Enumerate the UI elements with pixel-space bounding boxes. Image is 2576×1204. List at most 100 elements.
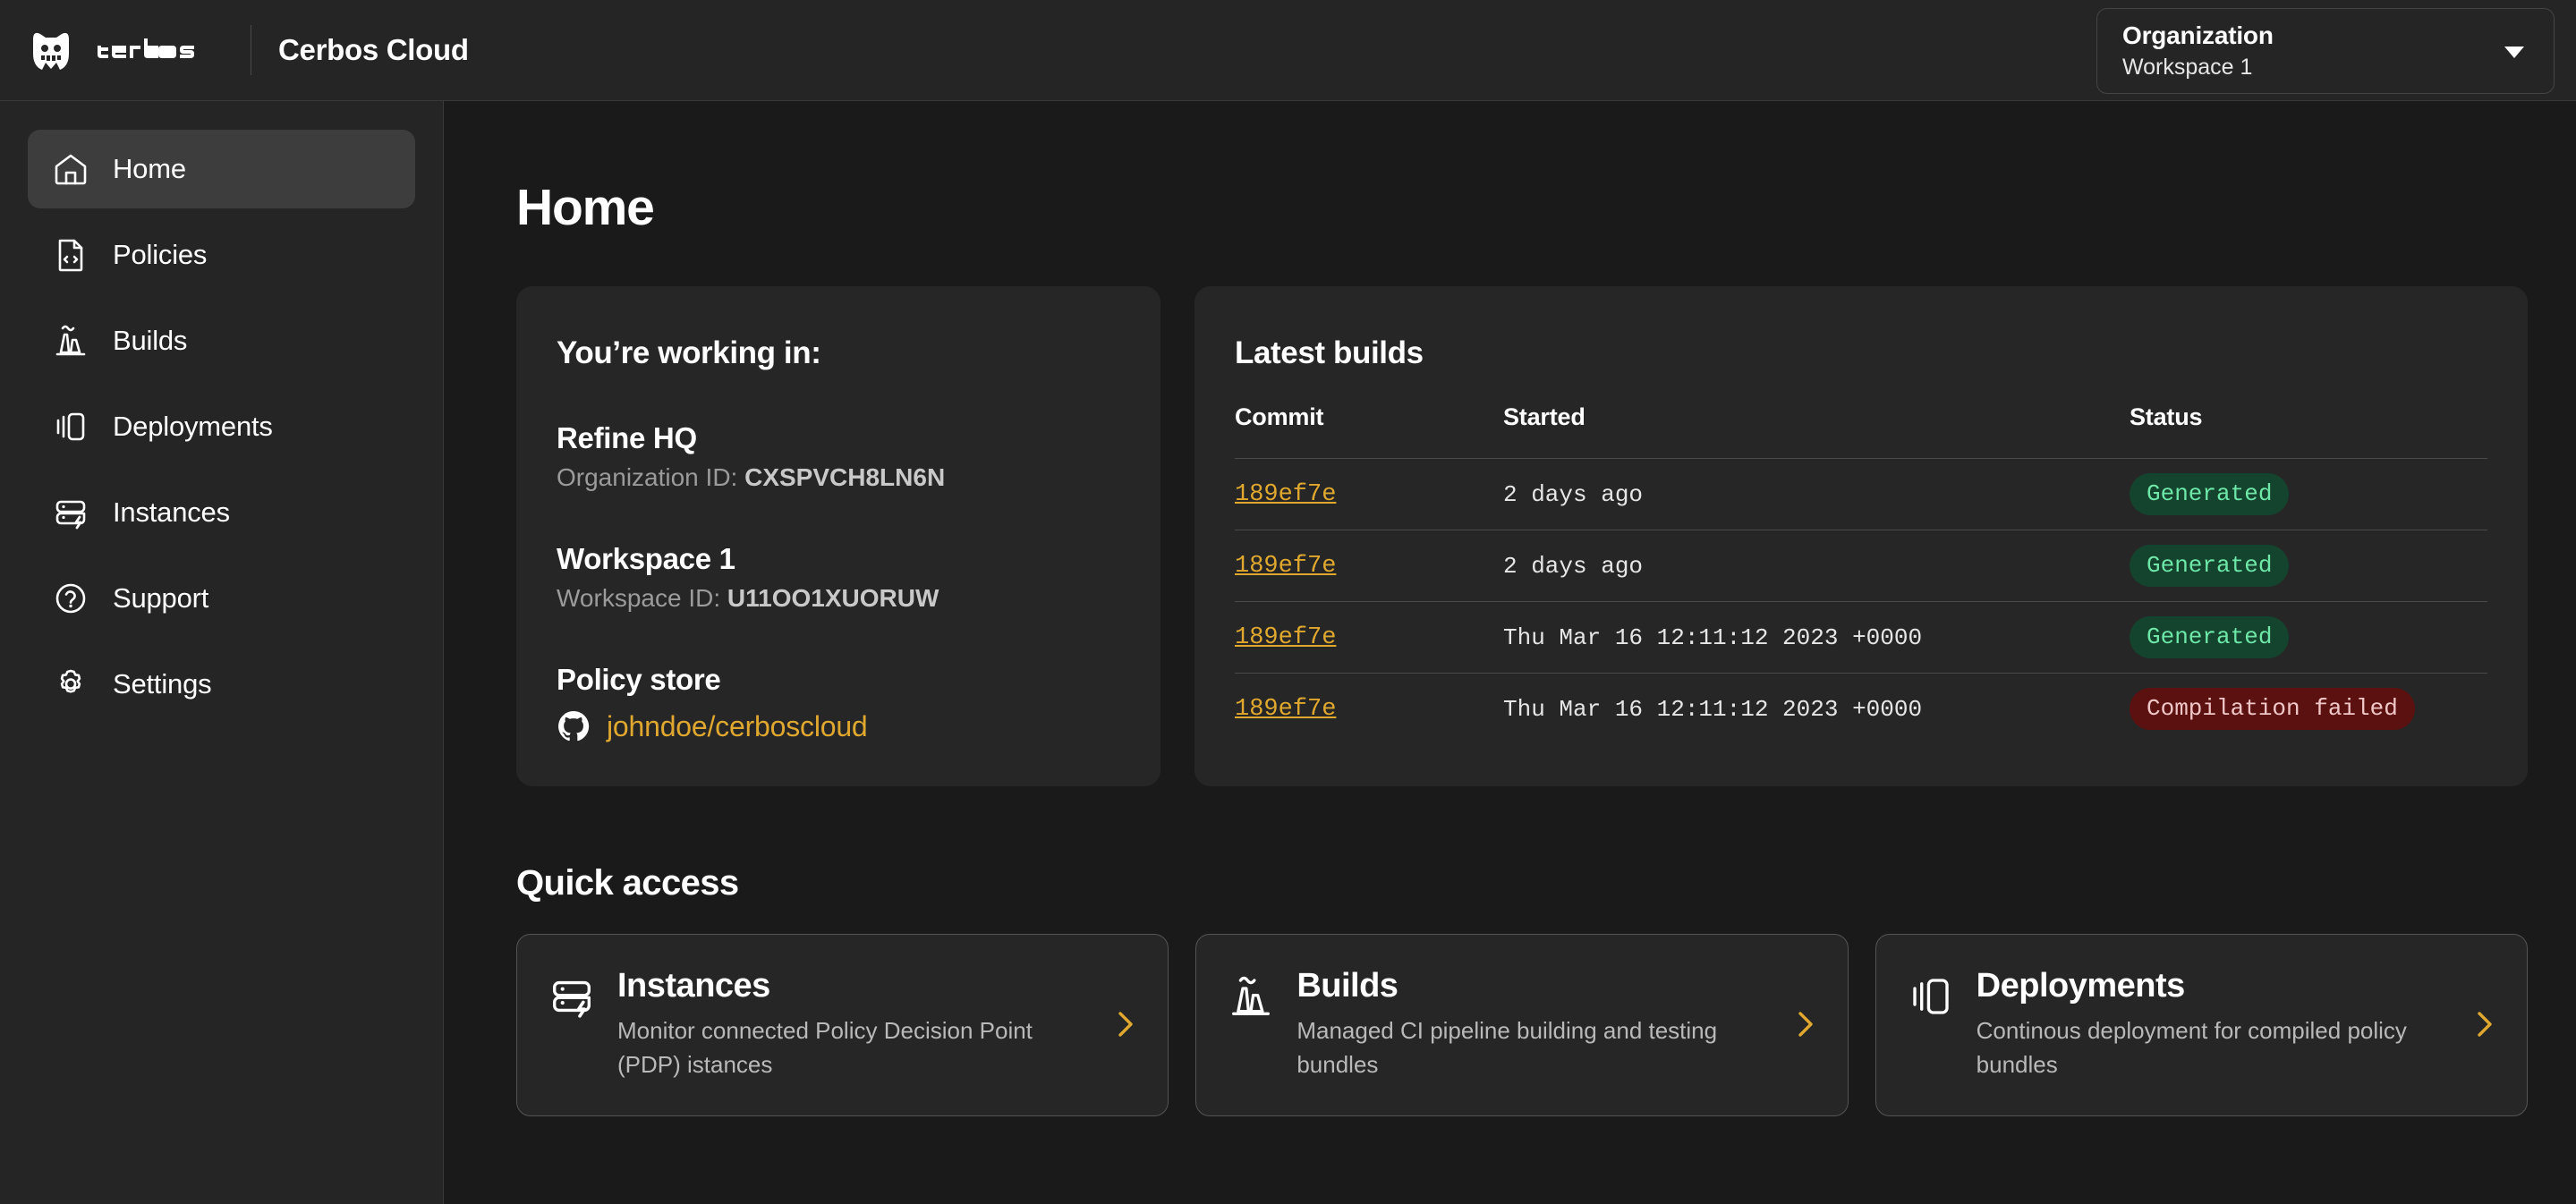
top-bar: Cerbos Cloud Organization Workspace 1 [0, 0, 2576, 101]
working-in-card: You’re working in: Refine HQ Organizatio… [516, 286, 1160, 786]
policy-store-block: Policy store johndoe/cerboscloud [557, 663, 1120, 743]
sidebar-item-label: Support [113, 582, 208, 615]
quick-access-card-description: Managed CI pipeline building and testing… [1297, 1014, 1772, 1081]
latest-builds-card: Latest builds Commit Started Status 189e [1194, 286, 2528, 786]
cell-started: Thu Mar 16 12:11:12 2023 +0000 [1503, 602, 2130, 674]
factory-icon [1227, 972, 1275, 1021]
column-header-commit: Commit [1235, 403, 1503, 459]
policy-store-repo: johndoe/cerboscloud [607, 710, 868, 743]
status-badge: Compilation failed [2130, 688, 2415, 730]
organization-id-row: Organization ID: CXSPVCH8LN6N [557, 463, 1120, 492]
cell-status: Generated [2130, 459, 2487, 530]
quick-access-card-deployments[interactable]: Deployments Continous deployment for com… [1875, 934, 2528, 1116]
latest-builds-table: Commit Started Status 189ef7e 2 days ago… [1235, 403, 2487, 745]
table-row: 189ef7e Thu Mar 16 12:11:12 2023 +0000 G… [1235, 602, 2487, 674]
column-header-status: Status [2130, 403, 2487, 459]
app-root: Cerbos Cloud Organization Workspace 1 [0, 0, 2576, 1204]
workspace-block: Workspace 1 Workspace ID: U11OO1XUORUW [557, 542, 1120, 613]
commit-link[interactable]: 189ef7e [1235, 624, 1336, 651]
gear-icon [52, 666, 89, 703]
sidebar-item-home[interactable]: Home [28, 130, 415, 208]
organization-label: Organization [2122, 20, 2500, 51]
quick-access-card-builds[interactable]: Builds Managed CI pipeline building and … [1195, 934, 1848, 1116]
quick-access-card-body: Deployments Continous deployment for com… [1977, 967, 2452, 1081]
quick-access-card-title: Builds [1297, 967, 1772, 1005]
quick-access-card-instances[interactable]: Instances Monitor connected Policy Decis… [516, 934, 1169, 1116]
latest-builds-table-body: 189ef7e 2 days ago Generated 189ef7e 2 d… [1235, 459, 2487, 745]
github-icon [557, 709, 591, 743]
sidebar-item-settings[interactable]: Settings [28, 645, 415, 724]
quick-access-card-title: Deployments [1977, 967, 2452, 1005]
policy-file-icon [52, 236, 89, 274]
sidebar-item-support[interactable]: Support [28, 559, 415, 638]
sidebar-item-label: Deployments [113, 411, 273, 443]
workspace-id-label: Workspace ID: [557, 584, 720, 612]
deployments-icon [52, 408, 89, 445]
quick-access-row: Instances Monitor connected Policy Decis… [516, 934, 2528, 1116]
cell-status: Generated [2130, 530, 2487, 602]
sidebar-item-instances[interactable]: Instances [28, 473, 415, 552]
sidebar-item-label: Home [113, 153, 186, 185]
organization-value: Workspace 1 [2122, 53, 2500, 82]
organization-id-label: Organization ID: [557, 463, 737, 491]
table-header-row: Commit Started Status [1235, 403, 2487, 459]
table-row: 189ef7e 2 days ago Generated [1235, 530, 2487, 602]
body: Home Policies [0, 101, 2576, 1204]
status-badge: Generated [2130, 473, 2289, 515]
sidebar-item-label: Instances [113, 496, 230, 529]
working-in-heading: You’re working in: [557, 335, 1120, 371]
home-icon [52, 150, 89, 188]
cell-commit: 189ef7e [1235, 459, 1503, 530]
organization-block: Refine HQ Organization ID: CXSPVCH8LN6N [557, 421, 1120, 492]
quick-access-card-title: Instances [617, 967, 1092, 1005]
organization-switcher[interactable]: Organization Workspace 1 [2096, 8, 2555, 94]
factory-icon [52, 322, 89, 360]
main-content: Home You’re working in: Refine HQ Organi… [444, 101, 2576, 1204]
sidebar-item-deployments[interactable]: Deployments [28, 387, 415, 466]
cell-started: 2 days ago [1503, 530, 2130, 602]
latest-builds-table-head: Commit Started Status [1235, 403, 2487, 459]
cell-status: Generated [2130, 602, 2487, 674]
cell-started: Thu Mar 16 12:11:12 2023 +0000 [1503, 674, 2130, 745]
cell-started: 2 days ago [1503, 459, 2130, 530]
cell-commit: 189ef7e [1235, 602, 1503, 674]
chevron-down-icon[interactable] [2500, 37, 2529, 65]
brand[interactable]: Cerbos Cloud [0, 25, 469, 75]
cell-commit: 189ef7e [1235, 530, 1503, 602]
workspace-id-row: Workspace ID: U11OO1XUORUW [557, 584, 1120, 613]
cell-commit: 189ef7e [1235, 674, 1503, 745]
chevron-right-icon[interactable] [1794, 1006, 1817, 1042]
sidebar-item-label: Policies [113, 239, 207, 271]
cerbos-cat-logo-icon [30, 27, 72, 73]
deployments-icon [1907, 972, 1955, 1021]
chevron-right-icon[interactable] [1114, 1006, 1137, 1042]
server-bolt-icon [548, 972, 596, 1021]
sidebar-item-label: Settings [113, 668, 211, 700]
quick-access-card-body: Instances Monitor connected Policy Decis… [617, 967, 1092, 1081]
commit-link[interactable]: 189ef7e [1235, 553, 1336, 580]
sidebar-item-policies[interactable]: Policies [28, 216, 415, 294]
commit-link[interactable]: 189ef7e [1235, 696, 1336, 723]
quick-access-heading: Quick access [516, 863, 2528, 903]
status-badge: Generated [2130, 616, 2289, 658]
quick-access-card-description: Continous deployment for compiled policy… [1977, 1014, 2452, 1081]
status-badge: Generated [2130, 545, 2289, 587]
policy-store-link[interactable]: johndoe/cerboscloud [557, 709, 1120, 743]
sidebar-item-label: Builds [113, 325, 187, 357]
organization-name: Refine HQ [557, 421, 1120, 455]
organization-switcher-texts: Organization Workspace 1 [2122, 20, 2500, 82]
workspace-id-value: U11OO1XUORUW [727, 584, 939, 612]
sidebar-nav-list: Home Policies [0, 130, 443, 724]
policy-store-heading: Policy store [557, 663, 1120, 697]
cell-status: Compilation failed [2130, 674, 2487, 745]
table-row: 189ef7e Thu Mar 16 12:11:12 2023 +0000 C… [1235, 674, 2487, 745]
overview-cards-row: You’re working in: Refine HQ Organizatio… [516, 286, 2528, 786]
sidebar-item-builds[interactable]: Builds [28, 301, 415, 380]
page-title: Home [516, 178, 2528, 237]
commit-link[interactable]: 189ef7e [1235, 481, 1336, 508]
organization-id-value: CXSPVCH8LN6N [744, 463, 945, 491]
cerbos-wordmark-icon [96, 35, 221, 66]
workspace-name: Workspace 1 [557, 542, 1120, 576]
chevron-right-icon[interactable] [2473, 1006, 2496, 1042]
question-circle-icon [52, 580, 89, 617]
